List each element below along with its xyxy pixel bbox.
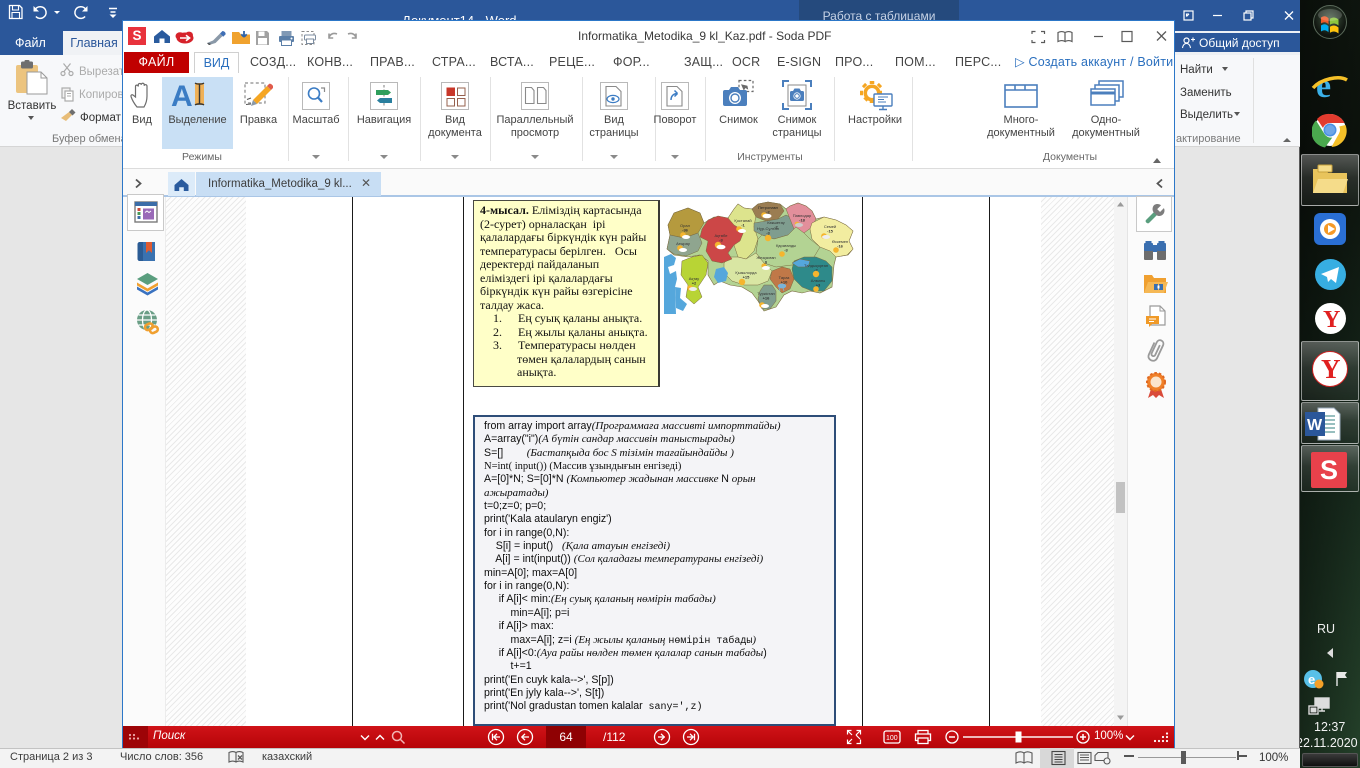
svg-text:-36: -36 — [682, 228, 689, 233]
svg-text:Атырау: Атырау — [676, 241, 690, 246]
svg-text:-16: -16 — [837, 244, 844, 249]
svg-text:W: W — [1307, 417, 1323, 434]
svg-text:+2: +2 — [692, 281, 697, 286]
svg-text:100: 100 — [886, 735, 898, 742]
svg-text:+15: +15 — [743, 275, 751, 280]
svg-text:e: e — [1316, 68, 1331, 105]
svg-text:Y: Y — [1323, 307, 1340, 333]
svg-text:+16: +16 — [763, 296, 771, 301]
svg-text:Y: Y — [1321, 354, 1341, 384]
svg-text:-15: -15 — [827, 229, 834, 234]
svg-text:e: e — [1308, 672, 1315, 687]
svg-text:-18: -18 — [799, 218, 806, 223]
